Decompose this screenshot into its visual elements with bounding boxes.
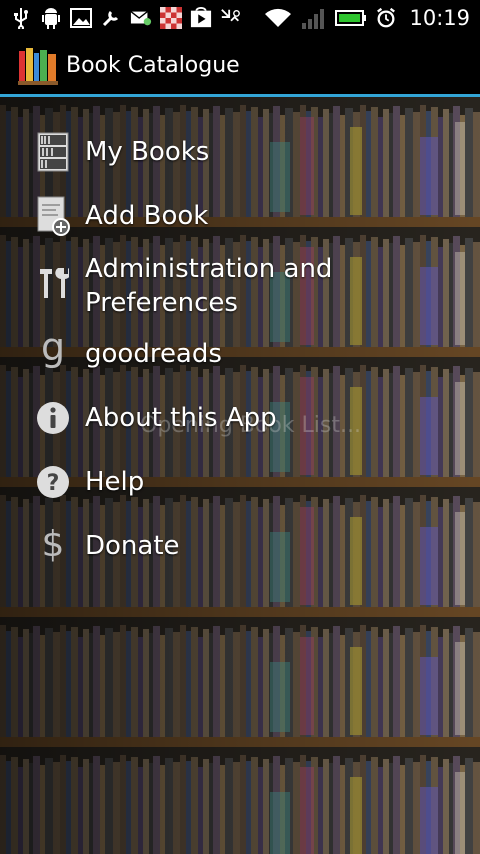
game-icon <box>160 7 182 29</box>
app-logo-icon[interactable] <box>18 45 58 85</box>
dollar-icon: $ <box>36 523 70 567</box>
android-debug-icon <box>40 7 62 29</box>
menu-label-goodreads: goodreads <box>85 339 222 369</box>
menu-label-add-book: Add Book <box>85 201 209 231</box>
menu-item-about[interactable]: About this App <box>0 391 480 445</box>
bookshelf-icon <box>36 130 70 174</box>
svg-text:g: g <box>41 332 65 369</box>
signal-icon <box>301 7 327 29</box>
menu-item-help[interactable]: ? Help <box>0 455 480 509</box>
menu-label-help: Help <box>85 467 145 497</box>
system-status-icons: 10:19 <box>263 6 480 30</box>
menu-label-about: About this App <box>85 403 277 433</box>
play-store-icon <box>190 7 212 29</box>
menu-item-add-book[interactable]: Add Book <box>0 191 480 241</box>
svg-text:$: $ <box>42 524 65 565</box>
battery-icon <box>335 7 367 29</box>
menu-label-my-books: My Books <box>85 137 210 167</box>
status-bar: 10:19 <box>0 0 480 36</box>
notification-icons <box>0 7 242 29</box>
svg-text:?: ? <box>47 471 60 496</box>
missed-call-icon <box>220 7 242 29</box>
alarm-icon <box>375 7 397 29</box>
goodreads-icon: g <box>36 331 70 375</box>
help-icon: ? <box>36 460 70 504</box>
menu-label-donate: Donate <box>85 531 180 561</box>
info-icon <box>36 396 70 440</box>
main-menu-screen: Opening Book List... My Books Add Book A… <box>0 97 480 854</box>
add-book-icon <box>36 194 70 238</box>
clock: 10:19 <box>409 6 470 30</box>
tools-icon <box>36 261 70 305</box>
menu-item-my-books[interactable]: My Books <box>0 127 480 177</box>
image-icon <box>70 7 92 29</box>
menu-label-administration-line1: Administration and <box>85 254 333 284</box>
menu-item-administration[interactable]: Administration and Preferences <box>0 247 480 321</box>
mail-icon <box>130 7 152 29</box>
menu-item-goodreads[interactable]: g goodreads <box>0 327 480 381</box>
usb-icon <box>10 7 32 29</box>
action-bar: Book Catalogue <box>0 36 480 94</box>
wrench-icon <box>100 7 122 29</box>
menu-label-administration-line2: Preferences <box>85 288 238 318</box>
menu-item-donate[interactable]: $ Donate <box>0 519 480 573</box>
wifi-icon <box>263 7 293 29</box>
app-title: Book Catalogue <box>66 52 240 78</box>
